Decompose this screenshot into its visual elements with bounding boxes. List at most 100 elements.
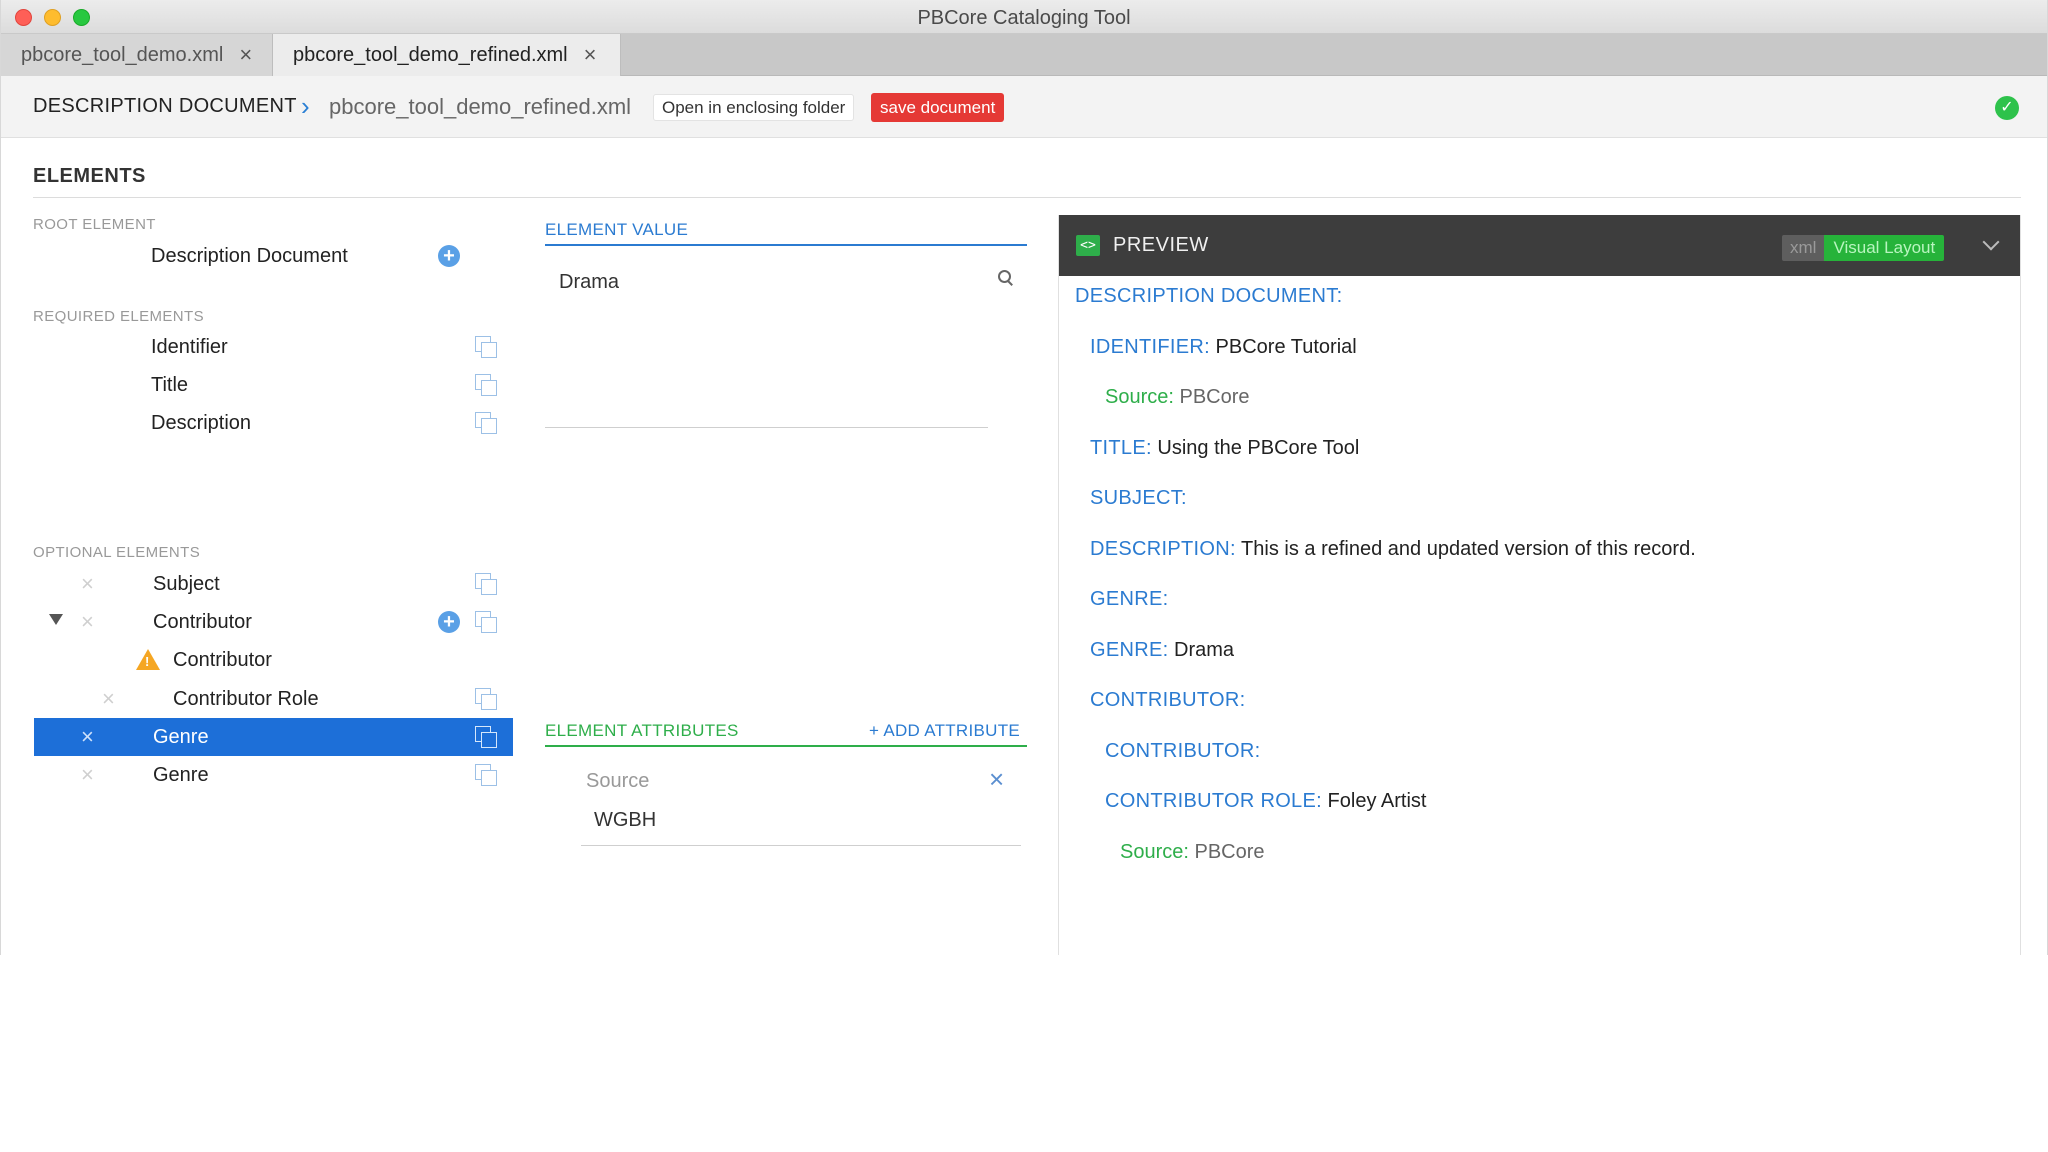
attribute-value-field[interactable]: WGBH [594, 809, 656, 832]
element-label: Identifier [151, 336, 228, 358]
duplicate-icon[interactable] [475, 374, 497, 396]
tab-strip: pbcore_tool_demo.xml × pbcore_tool_demo_… [1, 34, 2047, 76]
divider [545, 427, 988, 428]
duplicate-icon[interactable] [475, 573, 497, 595]
tab-close-icon[interactable]: × [239, 42, 252, 68]
breadcrumb: DESCRIPTION DOCUMENT › pbcore_tool_demo_… [1, 76, 2047, 138]
preview-title: PREVIEW [1113, 234, 1209, 256]
preview-key: DESCRIPTION: [1090, 538, 1236, 560]
search-icon[interactable] [998, 270, 1014, 286]
preview-key: IDENTIFIER: [1090, 336, 1210, 358]
tab-label: pbcore_tool_demo.xml [21, 43, 224, 66]
element-label: Title [151, 374, 189, 396]
element-row-genre-selected[interactable]: × Genre [34, 718, 513, 756]
duplicate-icon[interactable] [475, 611, 497, 633]
check-circle-icon: ✓ [1995, 96, 2019, 120]
optional-elements-label: OPTIONAL ELEMENTS [33, 544, 201, 561]
code-icon: <> [1076, 235, 1100, 256]
preview-key: GENRE: [1090, 588, 1169, 610]
element-row-identifier[interactable]: Identifier [34, 328, 513, 366]
toggle-visual-layout[interactable]: Visual Layout [1824, 235, 1945, 261]
element-value-label: ELEMENT VALUE [545, 220, 689, 239]
preview-value: PBCore [1179, 386, 1250, 408]
root-element-label: ROOT ELEMENT [33, 216, 156, 233]
duplicate-icon[interactable] [475, 764, 497, 786]
disclosure-triangle-icon[interactable] [49, 614, 63, 625]
preview-header: <> PREVIEW xml Visual Layout [1059, 215, 2020, 276]
element-row-description-document[interactable]: Description Document + [34, 237, 513, 275]
preview-key: CONTRIBUTOR ROLE: [1105, 790, 1322, 812]
preview-value: Drama [1174, 639, 1235, 661]
remove-icon[interactable]: × [81, 724, 94, 750]
view-mode-toggle[interactable]: xml Visual Layout [1782, 235, 1945, 261]
add-circle-icon[interactable]: + [438, 245, 460, 267]
element-label: Genre [153, 726, 209, 748]
remove-icon[interactable]: × [102, 686, 115, 712]
duplicate-icon[interactable] [475, 688, 497, 710]
preview-line: CONTRIBUTOR: [1090, 689, 1245, 712]
preview-key: Source: [1120, 841, 1189, 863]
element-row-contributor-child[interactable]: ! Contributor [34, 641, 513, 679]
add-circle-icon[interactable]: + [438, 611, 460, 633]
element-row-subject[interactable]: × Subject [34, 565, 513, 603]
preview-value: PBCore Tutorial [1215, 336, 1357, 358]
preview-line: GENRE: Drama [1090, 639, 1234, 662]
element-label: Description Document [151, 245, 348, 267]
preview-line: DESCRIPTION DOCUMENT: [1075, 285, 1342, 308]
element-attributes-label: ELEMENT ATTRIBUTES [545, 721, 739, 740]
preview-key: GENRE: [1090, 639, 1169, 661]
app-window: PBCore Cataloging Tool pbcore_tool_demo.… [0, 0, 2048, 955]
preview-key: DESCRIPTION DOCUMENT: [1075, 285, 1343, 307]
remove-attribute-icon[interactable]: × [989, 764, 1004, 795]
tab-label: pbcore_tool_demo_refined.xml [293, 43, 568, 66]
preview-line: Source: PBCore [1120, 841, 1265, 864]
preview-line: TITLE: Using the PBCore Tool [1090, 437, 1359, 460]
element-value-input[interactable]: Drama [559, 271, 619, 294]
divider [545, 745, 1027, 747]
chevron-right-icon: › [301, 91, 310, 121]
duplicate-icon[interactable] [475, 412, 497, 434]
preview-line: Source: PBCore [1105, 386, 1250, 409]
element-label: Description [151, 412, 252, 434]
element-label: Genre [153, 764, 209, 786]
warning-icon: ! [136, 649, 160, 670]
element-row-contributor[interactable]: × Contributor + [34, 603, 513, 641]
element-row-genre[interactable]: × Genre [34, 756, 513, 794]
breadcrumb-root[interactable]: DESCRIPTION DOCUMENT [33, 95, 297, 118]
element-label: Contributor Role [173, 688, 319, 710]
window-title: PBCore Cataloging Tool [917, 7, 1131, 29]
required-elements-label: REQUIRED ELEMENTS [33, 308, 204, 325]
element-row-description[interactable]: Description [34, 404, 513, 442]
tab-close-icon[interactable]: × [584, 42, 597, 68]
add-attribute-button[interactable]: + ADD ATTRIBUTE [869, 721, 1020, 741]
preview-value: PBCore [1194, 841, 1265, 863]
chevron-down-icon[interactable] [1982, 233, 2000, 251]
save-document-button[interactable]: save document [871, 93, 1005, 122]
remove-icon[interactable]: × [81, 609, 94, 635]
preview-key: CONTRIBUTOR: [1090, 689, 1246, 711]
title-bar: PBCore Cataloging Tool [1, 0, 2047, 34]
tab-pbcore-tool-demo-refined[interactable]: pbcore_tool_demo_refined.xml × [273, 34, 621, 76]
preview-key: CONTRIBUTOR: [1105, 740, 1261, 762]
preview-key: SUBJECT: [1090, 487, 1187, 509]
preview-line: IDENTIFIER: PBCore Tutorial [1090, 336, 1357, 359]
element-row-title[interactable]: Title [34, 366, 513, 404]
toggle-xml[interactable]: xml [1782, 235, 1825, 261]
duplicate-icon[interactable] [475, 336, 497, 358]
preview-key: Source: [1105, 386, 1174, 408]
element-row-contributor-role[interactable]: × Contributor Role [34, 680, 513, 718]
attribute-name-field[interactable]: Source [586, 770, 649, 793]
preview-line: GENRE: [1090, 588, 1168, 611]
duplicate-icon[interactable] [475, 726, 497, 748]
breadcrumb-file: pbcore_tool_demo_refined.xml [329, 94, 632, 119]
divider [545, 244, 1027, 246]
element-label: Contributor [153, 611, 252, 633]
open-enclosing-folder-button[interactable]: Open in enclosing folder [653, 94, 855, 121]
remove-icon[interactable]: × [81, 762, 94, 788]
tab-pbcore-tool-demo[interactable]: pbcore_tool_demo.xml × [1, 34, 273, 76]
remove-icon[interactable]: × [81, 571, 94, 597]
preview-line: SUBJECT: [1090, 487, 1187, 510]
preview-line: CONTRIBUTOR ROLE: Foley Artist [1105, 790, 1426, 813]
preview-panel: <> PREVIEW xml Visual Layout DESCRIPTION… [1058, 215, 2021, 955]
preview-line: CONTRIBUTOR: [1105, 740, 1260, 763]
